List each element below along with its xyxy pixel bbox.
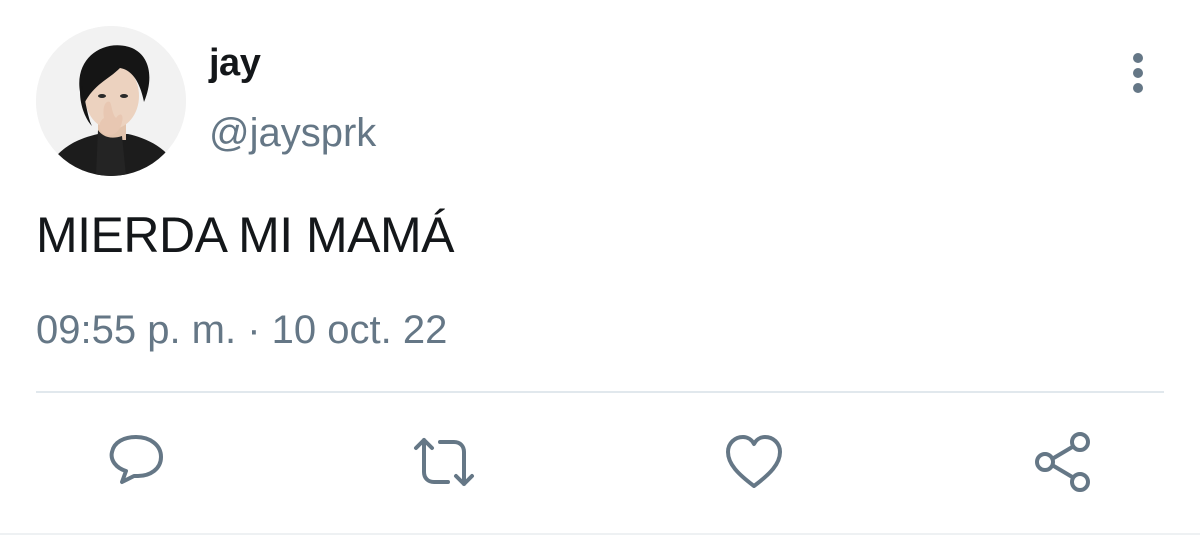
share-icon <box>1035 432 1090 492</box>
user-handle[interactable]: @jaysprk <box>209 110 376 156</box>
like-button[interactable] <box>722 430 786 494</box>
reply-icon <box>109 435 163 484</box>
share-button[interactable] <box>1032 430 1096 494</box>
display-name[interactable]: jay <box>209 40 261 86</box>
profile-photo-icon <box>36 26 186 176</box>
heart-icon <box>726 435 782 488</box>
more-options-button[interactable] <box>1116 48 1160 98</box>
reply-button[interactable] <box>104 430 168 494</box>
retweet-icon <box>414 438 474 486</box>
bottom-divider <box>0 533 1200 535</box>
avatar[interactable] <box>36 26 186 176</box>
more-vertical-icon <box>1133 53 1143 93</box>
retweet-button[interactable] <box>412 430 476 494</box>
tweet-timestamp[interactable]: 09:55 p. m. · 10 oct. 22 <box>36 306 447 354</box>
tweet-text: MIERDA MI MAMÁ <box>36 207 455 263</box>
tweet-card: jay @jaysprk MIERDA MI MAMÁ 09:55 p. m. … <box>0 0 1200 551</box>
divider <box>36 391 1164 393</box>
